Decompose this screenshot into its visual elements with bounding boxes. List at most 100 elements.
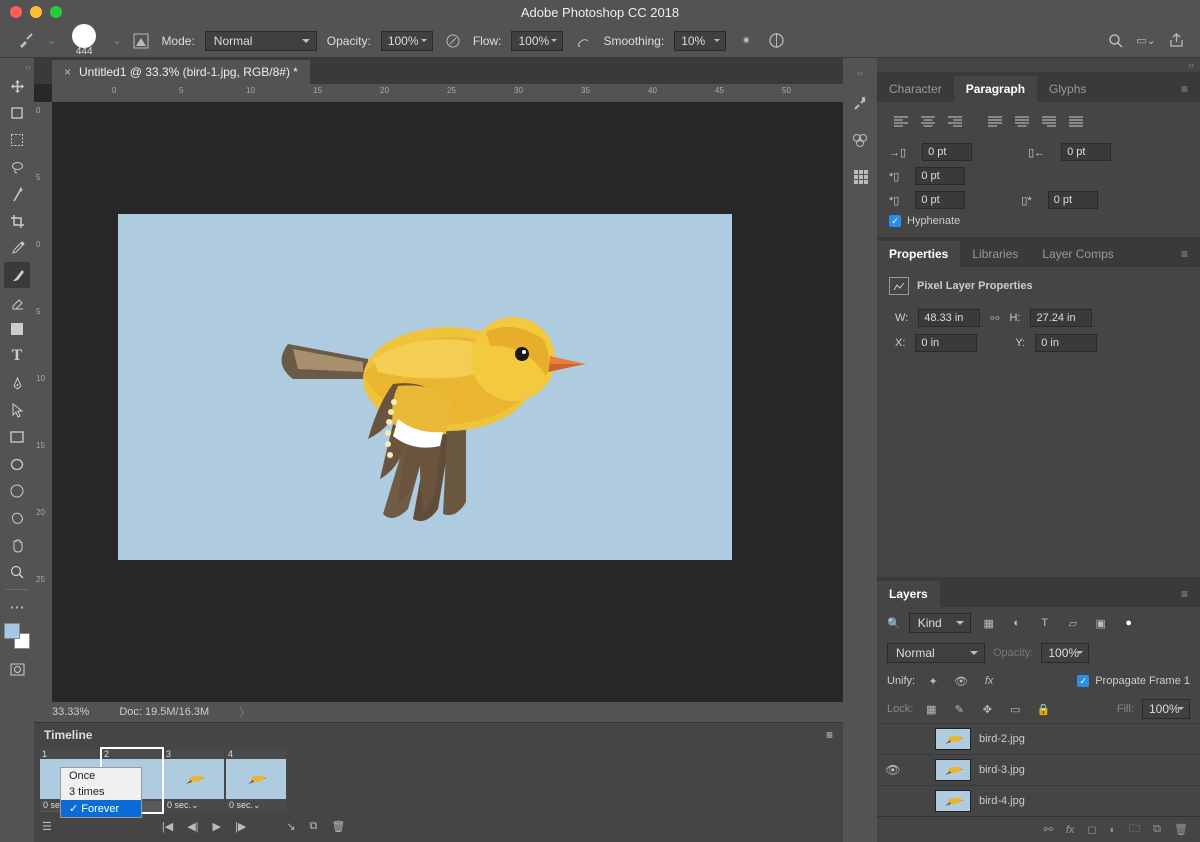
y-input[interactable]: 0 in: [1035, 334, 1097, 352]
lock-transparency-icon[interactable]: ▦: [921, 699, 941, 719]
edit-toolbar-icon[interactable]: ⋯: [4, 594, 30, 620]
link-dimensions-icon[interactable]: ⚯: [990, 312, 999, 325]
tab-layers[interactable]: Layers: [877, 581, 940, 607]
color-panel-icon[interactable]: [850, 166, 870, 186]
horizontal-ruler[interactable]: 05101520253035404550: [52, 84, 843, 102]
zoom-tool[interactable]: [4, 559, 30, 585]
indent-right-input[interactable]: 0 pt: [1061, 143, 1111, 161]
lock-pixels-icon[interactable]: ✎: [949, 699, 969, 719]
close-tab-icon[interactable]: ×: [64, 65, 71, 79]
hand-tool[interactable]: [4, 532, 30, 558]
lock-artboard-icon[interactable]: ▭: [1005, 699, 1025, 719]
height-input[interactable]: 27.24 in: [1030, 309, 1092, 327]
brush-size-picker[interactable]: 444: [66, 24, 102, 57]
unify-position-icon[interactable]: ✦: [923, 671, 943, 691]
smoothing-input[interactable]: 10%: [674, 31, 726, 51]
delete-layer-icon[interactable]: 🗑: [1174, 823, 1188, 836]
lasso-tool[interactable]: [4, 154, 30, 180]
marquee-tool[interactable]: [4, 127, 30, 153]
canvas[interactable]: [52, 102, 843, 702]
gradient-tool[interactable]: [4, 316, 30, 342]
close-window-button[interactable]: [10, 6, 22, 18]
polygon-tool[interactable]: [4, 478, 30, 504]
visibility-toggle-icon[interactable]: 👁: [885, 763, 901, 777]
path-selection-tool[interactable]: [4, 397, 30, 423]
unify-visibility-icon[interactable]: 👁: [951, 671, 971, 691]
blend-mode-select[interactable]: Normal: [887, 643, 985, 663]
lock-position-icon[interactable]: ✥: [977, 699, 997, 719]
tween-icon[interactable]: ↘: [286, 820, 295, 833]
panel-menu-icon[interactable]: ≡: [1169, 241, 1200, 267]
filter-kind-select[interactable]: Kind: [909, 613, 971, 633]
airbrush-icon[interactable]: [573, 31, 593, 51]
filter-pixel-icon[interactable]: ▦: [979, 613, 999, 633]
blend-mode-select[interactable]: Normal: [205, 31, 317, 51]
eraser-tool[interactable]: [4, 289, 30, 315]
filter-adjustment-icon[interactable]: ◐: [1007, 613, 1027, 633]
move-tool[interactable]: [4, 73, 30, 99]
tab-paragraph[interactable]: Paragraph: [954, 76, 1037, 102]
panel-menu-icon[interactable]: ≡: [826, 728, 833, 742]
convert-timeline-icon[interactable]: ☰: [42, 820, 52, 833]
next-frame-icon[interactable]: |▶: [235, 820, 246, 833]
brush-tool[interactable]: [4, 262, 30, 288]
pen-tool[interactable]: [4, 370, 30, 396]
workspace-switcher-icon[interactable]: ▭⌄: [1136, 31, 1156, 51]
brush-settings-icon[interactable]: [850, 94, 870, 114]
symmetry-icon[interactable]: [766, 31, 786, 51]
brush-panel-toggle-icon[interactable]: [131, 31, 151, 51]
space-after-input[interactable]: 0 pt: [1048, 191, 1098, 209]
link-layers-icon[interactable]: ⚯: [1044, 823, 1053, 836]
unify-style-icon[interactable]: fx: [979, 671, 999, 691]
opacity-input[interactable]: 100%: [381, 31, 433, 51]
timeline-frame[interactable]: 40 sec.⌄: [226, 749, 286, 812]
filter-shape-icon[interactable]: ▱: [1063, 613, 1083, 633]
loop-options-menu[interactable]: Once 3 times Forever: [60, 767, 142, 818]
delete-frame-icon[interactable]: 🗑: [331, 820, 345, 833]
duplicate-frame-icon[interactable]: ⧉: [310, 820, 318, 833]
loop-option-once[interactable]: Once: [61, 768, 141, 784]
quick-mask-icon[interactable]: [4, 656, 30, 682]
fill-input[interactable]: 100%: [1142, 699, 1190, 719]
tab-properties[interactable]: Properties: [877, 241, 960, 267]
tab-character[interactable]: Character: [877, 76, 954, 102]
justify-center-icon[interactable]: [1010, 112, 1034, 131]
share-icon[interactable]: [1166, 31, 1186, 51]
timeline-frame[interactable]: 30 sec.⌄: [164, 749, 224, 812]
first-frame-icon[interactable]: |◀: [162, 820, 173, 833]
play-icon[interactable]: ▶: [213, 820, 221, 833]
space-before-input[interactable]: 0 pt: [915, 191, 965, 209]
ellipse-tool[interactable]: [4, 451, 30, 477]
magic-wand-tool[interactable]: [4, 181, 30, 207]
eyedropper-tool[interactable]: [4, 235, 30, 261]
new-group-icon[interactable]: 🗀: [1129, 820, 1140, 839]
layer-opacity-input[interactable]: 100%: [1041, 643, 1089, 663]
hyphenate-checkbox[interactable]: ✓Hyphenate: [889, 215, 1188, 227]
justify-all-icon[interactable]: [1064, 112, 1088, 131]
filter-toggle-icon[interactable]: ●: [1119, 613, 1139, 633]
align-center-icon[interactable]: [916, 112, 940, 131]
align-left-icon[interactable]: [889, 112, 913, 131]
filter-smart-icon[interactable]: ▣: [1091, 613, 1111, 633]
rectangle-tool[interactable]: [4, 424, 30, 450]
flow-input[interactable]: 100%: [511, 31, 563, 51]
layer-style-icon[interactable]: fx: [1066, 824, 1075, 836]
layer-item[interactable]: bird-4.jpg: [877, 785, 1200, 816]
loop-option-forever[interactable]: Forever: [61, 800, 141, 817]
expand-panels-icon[interactable]: ‹‹: [857, 68, 863, 78]
filter-type-icon[interactable]: T: [1035, 613, 1055, 633]
width-input[interactable]: 48.33 in: [918, 309, 980, 327]
propagate-checkbox[interactable]: ✓Propagate Frame 1: [1077, 675, 1190, 687]
layer-item[interactable]: 👁bird-3.jpg: [877, 754, 1200, 785]
maximize-window-button[interactable]: [50, 6, 62, 18]
color-swatches[interactable]: [4, 623, 30, 649]
tool-preset-picker[interactable]: [14, 29, 37, 52]
indent-first-input[interactable]: 0 pt: [915, 167, 965, 185]
pressure-opacity-icon[interactable]: [443, 31, 463, 51]
custom-shape-tool[interactable]: [4, 505, 30, 531]
prev-frame-icon[interactable]: ◀|: [187, 820, 198, 833]
justify-left-icon[interactable]: [983, 112, 1007, 131]
layer-item[interactable]: bird-2.jpg: [877, 723, 1200, 754]
layer-mask-icon[interactable]: ◻: [1087, 823, 1096, 836]
tab-glyphs[interactable]: Glyphs: [1037, 76, 1098, 102]
